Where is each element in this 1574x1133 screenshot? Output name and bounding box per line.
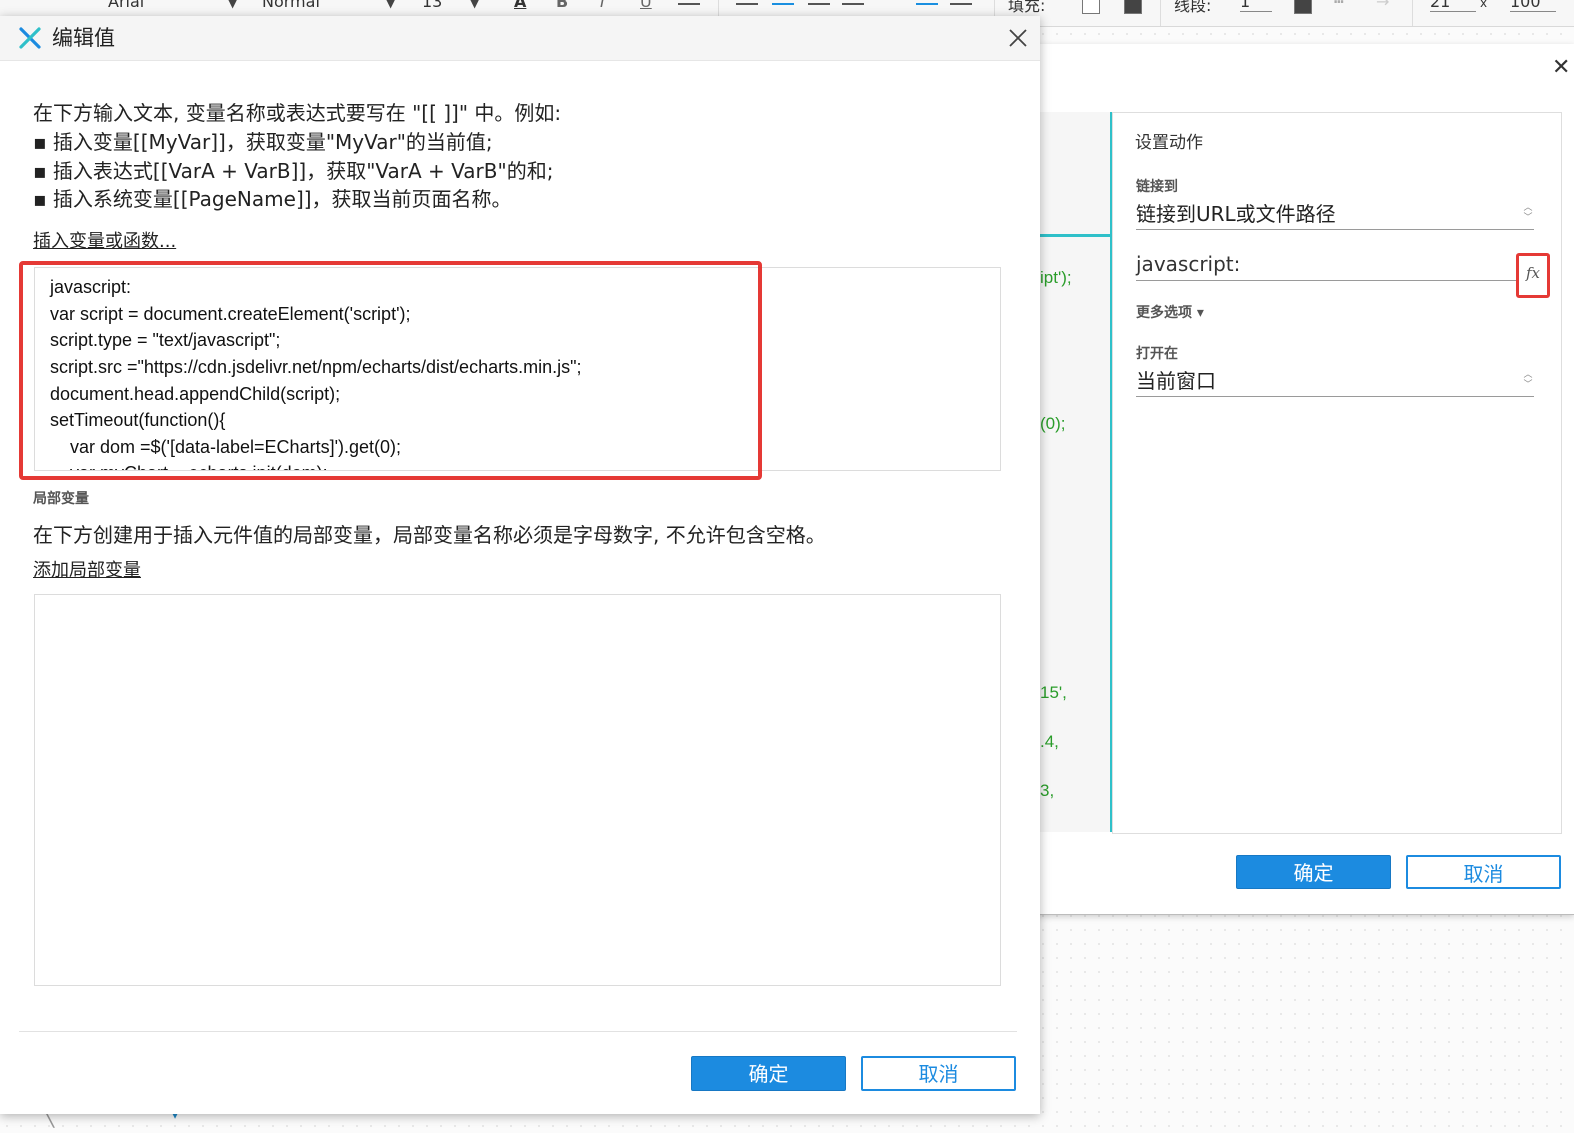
line-pattern-icon[interactable]: ┅	[1334, 0, 1344, 11]
valign-top-icon[interactable]	[916, 0, 938, 12]
font-size-select[interactable]: 13	[422, 0, 442, 11]
code-line: script.type = "text/javascript";	[50, 330, 281, 350]
code-line: var dom =$('[data-label=ECharts]').get(0…	[50, 437, 402, 457]
code-line: var script = document.createElement('scr…	[50, 304, 411, 324]
instruction-line: ▪ 插入变量[[MyVar]]，获取变量"MyVar"的当前值;	[33, 130, 493, 154]
fill-color-swatch[interactable]	[1082, 0, 1100, 14]
width-input[interactable]: 21	[1430, 0, 1476, 12]
open-in-label: 打开在	[1136, 346, 1178, 362]
close-icon[interactable]	[1006, 26, 1030, 50]
cancel-button[interactable]: 取消	[1406, 855, 1561, 889]
justify-icon[interactable]	[842, 0, 864, 12]
list-icon[interactable]	[678, 0, 700, 12]
link-to-select[interactable]: 链接到URL或文件路径 ︿ ﹀	[1136, 199, 1534, 230]
align-left-icon[interactable]	[736, 0, 758, 12]
code-fragment: ipt');	[1040, 268, 1072, 287]
value-textarea[interactable]: javascript: var script = document.create…	[34, 267, 1001, 471]
updown-icon: ︿ ﹀	[1523, 203, 1533, 223]
instruction-line: ▪ 插入表达式[[VarA + VarB]]，获取"VarA + VarB"的和…	[33, 159, 554, 183]
align-center-icon[interactable]	[772, 0, 794, 12]
updown-icon: ︿ ﹀	[1523, 370, 1533, 390]
cancel-button[interactable]: 取消	[861, 1056, 1016, 1091]
code-line: document.head.appendChild(script);	[50, 384, 341, 404]
code-fragment: (0);	[1040, 414, 1066, 433]
valign-middle-icon[interactable]	[950, 0, 972, 12]
shadow-swatch[interactable]	[1124, 0, 1142, 14]
bold-icon[interactable]: B	[556, 0, 568, 11]
align-right-icon[interactable]	[808, 0, 830, 12]
instruction-line: 在下方输入文本, 变量名称或表达式要写在 "[[ ]]" 中。例如:	[33, 101, 562, 125]
local-vars-label: 局部变量	[33, 491, 89, 507]
underline-icon[interactable]: U	[640, 0, 652, 11]
code-line: var myChart = echarts.init(dom);	[50, 463, 328, 470]
add-local-var-link[interactable]: 添加局部变量	[33, 556, 141, 582]
action-code-panel: ipt'); (0); 15', .4, 3,	[1040, 112, 1113, 832]
code-fragment: 15',	[1040, 683, 1067, 702]
chevron-down-icon[interactable]: ▼	[228, 0, 237, 10]
close-icon[interactable]: ✕	[1552, 57, 1572, 79]
font-color-icon[interactable]: A	[514, 0, 526, 11]
code-fragment: .4,	[1040, 732, 1059, 751]
chevron-down-icon[interactable]: ▼	[386, 0, 395, 10]
section-title: 设置动作	[1135, 133, 1203, 153]
size-x-label: x	[1480, 0, 1488, 10]
fill-label: 填充:	[1008, 0, 1046, 15]
open-in-value: 当前窗口	[1136, 369, 1216, 393]
code-line: javascript:	[50, 277, 132, 297]
local-vars-list[interactable]	[34, 594, 1001, 986]
link-to-label: 链接到	[1136, 179, 1178, 195]
instruction-line: ▪ 插入系统变量[[PageName]]，获取当前页面名称。	[33, 187, 512, 211]
code-line: setTimeout(function(){	[50, 410, 226, 430]
arrow-style-icon[interactable]: →	[1376, 0, 1389, 11]
dialog-header	[0, 16, 1040, 61]
dialog-title: 编辑值	[52, 26, 115, 50]
link-to-value: 链接到URL或文件路径	[1136, 202, 1336, 226]
url-input[interactable]: javascript:	[1136, 250, 1516, 281]
local-vars-description: 在下方创建用于插入元件值的局部变量，局部变量名称必须是字母数字, 不允许包含空格…	[33, 523, 826, 547]
app-logo-icon	[19, 27, 41, 49]
insert-variable-link[interactable]: 插入变量或函数...	[33, 227, 176, 253]
line-color-swatch[interactable]	[1294, 0, 1312, 14]
code-fragment: 3,	[1040, 781, 1055, 800]
height-input[interactable]: 100	[1510, 0, 1556, 12]
ok-button[interactable]: 确定	[1236, 855, 1391, 889]
font-style-select[interactable]: Normal	[262, 0, 320, 11]
code-line: script.src ="https://cdn.jsdelivr.net/np…	[50, 357, 582, 377]
ok-button[interactable]: 确定	[691, 1056, 846, 1091]
line-width-input[interactable]: 1	[1240, 0, 1272, 12]
font-family-select[interactable]: Arial	[108, 0, 144, 11]
chevron-down-icon[interactable]: ▼	[470, 0, 479, 10]
fx-icon[interactable]: fx	[1516, 253, 1550, 298]
line-label: 线段:	[1174, 0, 1212, 15]
footer-divider	[19, 1031, 1017, 1032]
open-in-select[interactable]: 当前窗口 ︿ ﹀	[1136, 366, 1534, 397]
panel-border	[1040, 234, 1110, 237]
italic-icon[interactable]: I	[600, 0, 605, 11]
more-options-toggle[interactable]: 更多选项 ▾	[1136, 302, 1204, 322]
